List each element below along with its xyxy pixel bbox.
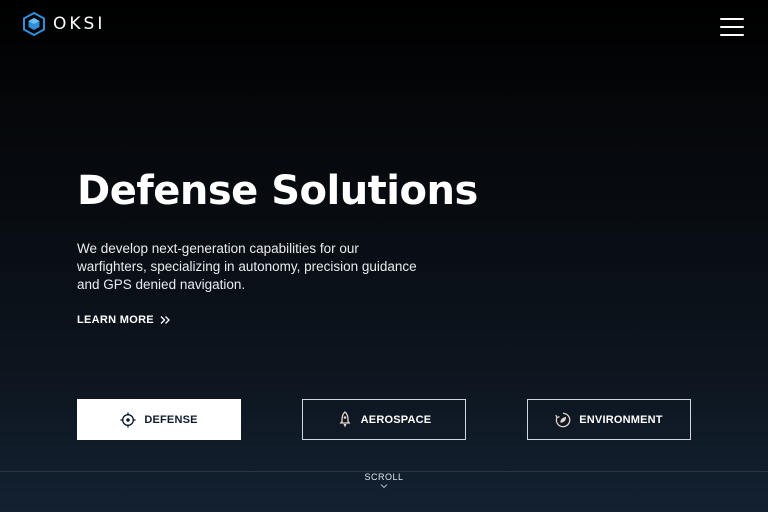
menu-line: [720, 34, 744, 36]
site-header: OKSI: [0, 0, 768, 50]
hexagon-cube-icon: [23, 12, 45, 36]
hero-description: We develop next-generation capabilities …: [77, 241, 417, 292]
logo-link[interactable]: OKSI: [23, 12, 105, 36]
aerospace-button-label: AEROSPACE: [360, 413, 432, 426]
defense-button[interactable]: DEFENSE: [77, 399, 241, 440]
menu-line: [720, 26, 744, 28]
logo-text: OKSI: [53, 14, 106, 34]
environment-button-label: ENVIRONMENT: [579, 413, 663, 426]
double-chevron-right-icon: [160, 316, 170, 324]
learn-more-label: LEARN MORE: [77, 314, 154, 326]
environment-button[interactable]: ENVIRONMENT: [527, 399, 691, 440]
crosshair-icon: [120, 411, 136, 428]
menu-line: [720, 18, 744, 20]
hero-title: Defense Solutions: [77, 168, 478, 214]
chevron-down-icon: [380, 484, 388, 489]
scroll-label: SCROLL: [364, 472, 404, 482]
aerospace-button[interactable]: AEROSPACE: [302, 399, 466, 440]
rocket-icon: [339, 410, 351, 427]
leaf-cycle-icon: [555, 412, 571, 427]
scroll-indicator[interactable]: SCROLL: [344, 472, 424, 489]
hamburger-menu-icon[interactable]: [720, 18, 744, 36]
learn-more-link[interactable]: LEARN MORE: [77, 314, 171, 326]
defense-button-label: DEFENSE: [144, 413, 198, 426]
